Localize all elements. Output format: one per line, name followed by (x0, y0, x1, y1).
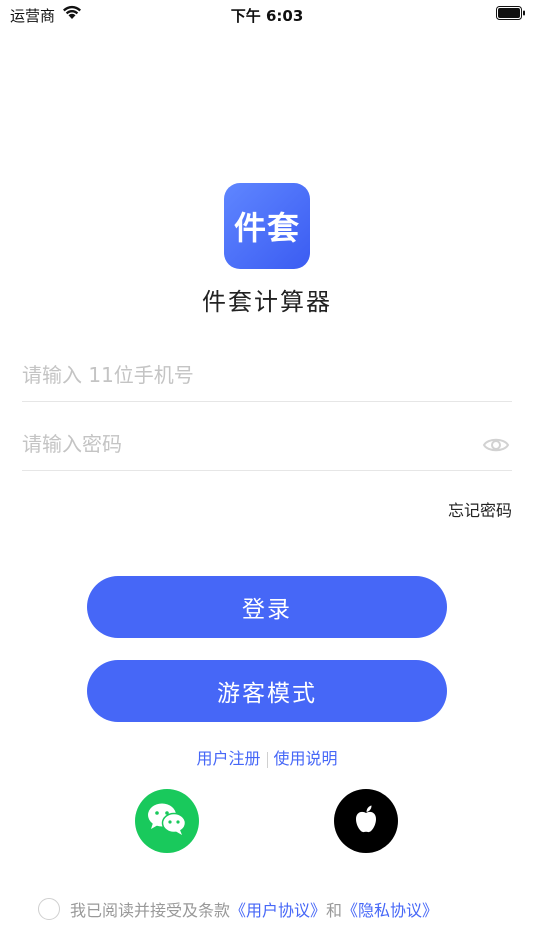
password-field (22, 424, 512, 471)
status-bar: 运营商 下午 6:03 (0, 0, 534, 30)
app-logo-text: 件套 (233, 209, 300, 247)
guest-mode-button[interactable]: 游客模式 (87, 660, 447, 722)
app-logo: 件套 (224, 183, 310, 269)
links-divider (266, 751, 268, 768)
agree-checkbox[interactable] (38, 898, 60, 920)
phone-input[interactable] (22, 355, 462, 395)
apple-icon (353, 804, 379, 838)
privacy-policy-link[interactable]: 《隐私协议》 (342, 897, 438, 921)
instructions-link[interactable]: 使用说明 (274, 749, 338, 768)
battery-icon (496, 6, 526, 24)
phone-field (22, 355, 512, 402)
status-time: 下午 6:03 (230, 7, 304, 25)
user-agreement-link[interactable]: 《用户协议》 (230, 897, 326, 921)
password-input[interactable] (22, 424, 462, 464)
agreement-text: 我已阅读并接受及条款 (70, 901, 231, 920)
agreement-row: 我已阅读并接受及条款 《用户协议》 和 《隐私协议》 (38, 897, 438, 921)
agreement-and: 和 (326, 901, 343, 920)
links-row: 用户注册 使用说明 (0, 745, 534, 769)
forgot-password-link[interactable]: 忘记密码 (448, 497, 512, 521)
app-title: 件套计算器 (202, 288, 332, 316)
login-button[interactable]: 登录 (87, 576, 447, 638)
eye-icon[interactable] (482, 434, 510, 460)
wechat-login-button[interactable] (135, 789, 199, 853)
wechat-icon (145, 801, 189, 841)
register-link[interactable]: 用户注册 (196, 749, 260, 768)
apple-login-button[interactable] (334, 789, 398, 853)
